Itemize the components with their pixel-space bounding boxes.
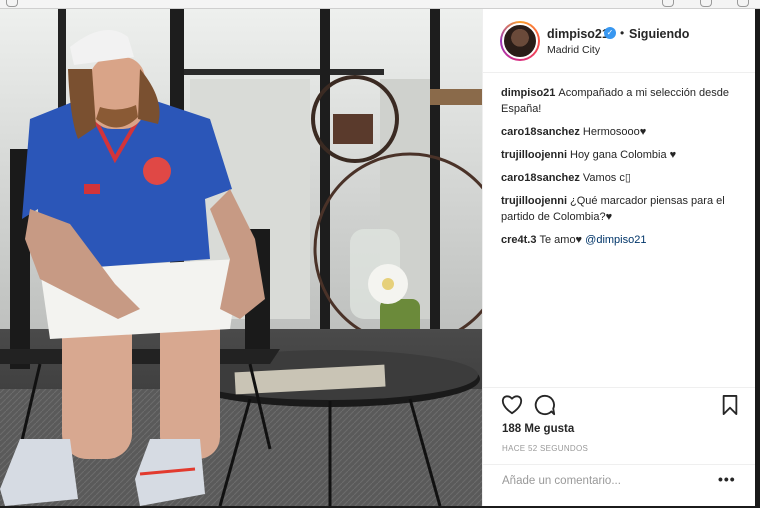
comment-text: Te amo♥	[539, 234, 583, 246]
comment-text: Hermosooo♥	[582, 126, 647, 138]
separator-dot: •	[620, 26, 625, 40]
toolbar-icon[interactable]	[6, 0, 18, 7]
comment-item: caro18sanchez Hermosooo♥	[501, 124, 741, 140]
comment-username[interactable]: cre4t.3	[501, 234, 536, 246]
post-timestamp[interactable]: HACE 52 SEGUNDOS	[502, 444, 588, 453]
divider	[483, 464, 756, 465]
comment-item: trujilloojenni Hoy gana Colombia ♥	[501, 147, 741, 163]
avatar-image	[502, 23, 538, 59]
bookmark-icon[interactable]	[721, 395, 739, 415]
top-toolbar-strip	[0, 0, 760, 9]
toolbar-icon[interactable]	[700, 0, 712, 7]
comment-item: trujilloojenni ¿Qué marcador piensas para…	[501, 193, 741, 225]
comments-list: dimpiso21 Acompañado a mi selección desde…	[501, 85, 741, 255]
toolbar-icon[interactable]	[737, 0, 749, 7]
window-edge	[755, 9, 760, 508]
mention-link[interactable]: @dimpiso21	[585, 234, 646, 246]
verified-badge-icon: ✓	[604, 27, 616, 39]
comment-text: Vamos c▯	[582, 172, 631, 184]
avatar[interactable]	[500, 21, 540, 61]
toolbar-icon[interactable]	[662, 0, 674, 7]
username-link[interactable]: dimpiso21	[547, 27, 609, 41]
more-options-button[interactable]: •••	[718, 471, 736, 487]
post-details-panel: dimpiso21 ✓ • Siguiendo Madrid City dimp…	[482, 9, 756, 506]
comment-username[interactable]: caro18sanchez	[501, 126, 580, 138]
location-link[interactable]: Madrid City	[547, 44, 600, 56]
photo-illustration	[0, 9, 482, 506]
post-header: dimpiso21 ✓ • Siguiendo Madrid City	[483, 9, 756, 73]
comment-username[interactable]: caro18sanchez	[501, 172, 580, 184]
heart-icon[interactable]	[501, 395, 523, 415]
comment-icon[interactable]	[534, 394, 556, 416]
caption: dimpiso21 Acompañado a mi selección desde…	[501, 85, 741, 117]
comment-username[interactable]: dimpiso21	[501, 87, 555, 99]
instagram-post-view: dimpiso21 ✓ • Siguiendo Madrid City dimp…	[0, 0, 760, 508]
comment-item: cre4t.3 Te amo♥ @dimpiso21	[501, 232, 741, 248]
following-button[interactable]: Siguiendo	[629, 27, 689, 41]
comment-text: Hoy gana Colombia ♥	[570, 149, 677, 161]
comment-username[interactable]: trujilloojenni	[501, 149, 567, 161]
likes-count[interactable]: 188 Me gusta	[502, 423, 574, 435]
comment-item: caro18sanchez Vamos c▯	[501, 170, 741, 186]
add-comment-input[interactable]: Añade un comentario...	[502, 475, 621, 487]
divider	[483, 387, 756, 388]
post-photo[interactable]	[0, 9, 482, 506]
comment-username[interactable]: trujilloojenni	[501, 195, 567, 207]
